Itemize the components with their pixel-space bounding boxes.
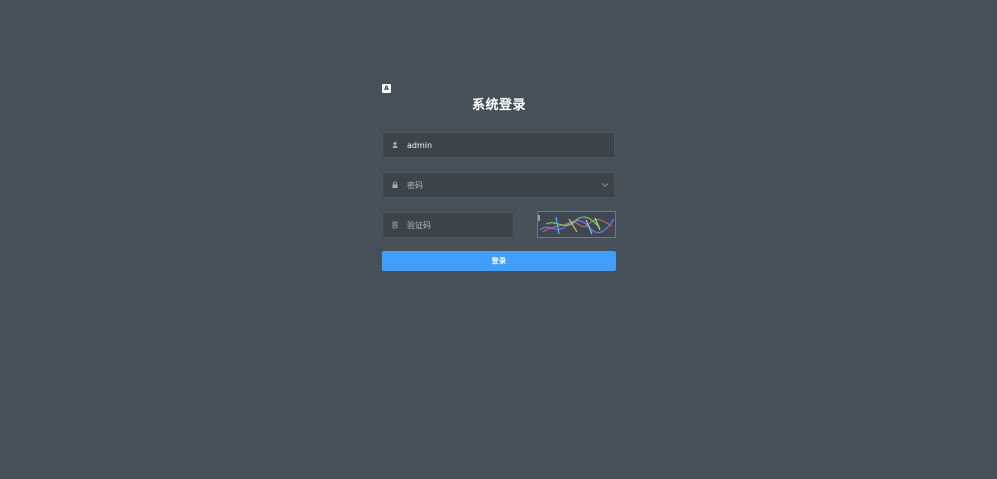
chevron-down-icon[interactable] xyxy=(596,173,614,197)
lock-icon xyxy=(383,173,407,197)
logo-text: A xyxy=(384,84,389,92)
captcha-image[interactable] xyxy=(537,211,616,238)
document-icon xyxy=(383,213,407,237)
username-input[interactable] xyxy=(407,133,614,157)
password-field[interactable] xyxy=(382,172,615,198)
captcha-input[interactable] xyxy=(407,213,513,237)
login-page: A 系统登录 admin 密码 验证码 登录 xyxy=(0,0,997,479)
user-icon xyxy=(383,133,407,157)
login-button[interactable]: 登录 xyxy=(382,251,616,271)
password-input[interactable] xyxy=(407,173,596,197)
username-field[interactable] xyxy=(382,132,615,158)
page-title: 系统登录 xyxy=(471,98,526,113)
logo-badge: A xyxy=(382,84,391,93)
captcha-field[interactable] xyxy=(382,212,514,238)
